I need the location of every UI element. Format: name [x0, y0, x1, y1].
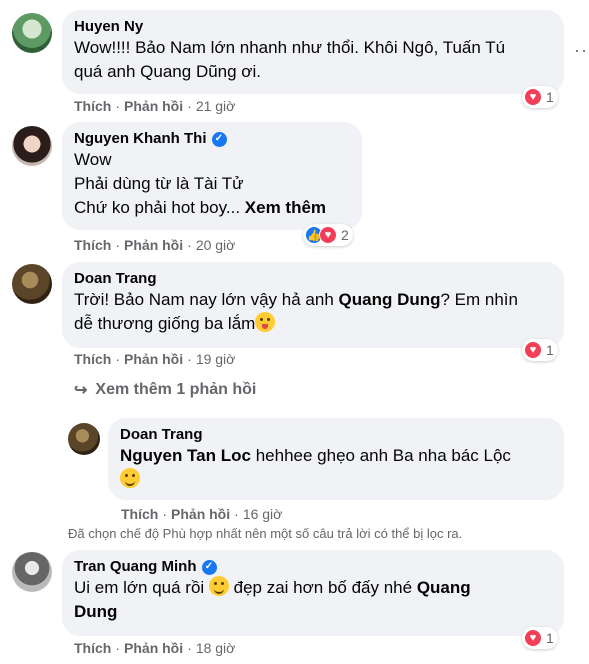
reply-bubble: Doan Trang Nguyen Tan Loc hehhee ghẹo an…: [108, 418, 564, 500]
smile-emoji-icon: [208, 576, 229, 596]
timestamp[interactable]: 19 giờ: [196, 351, 236, 367]
more-options-icon[interactable]: ···: [574, 40, 589, 61]
mention-link[interactable]: Quang Dung: [339, 290, 441, 309]
timestamp[interactable]: 16 giờ: [243, 506, 283, 522]
mention-link[interactable]: Dung: [74, 602, 117, 621]
comment-bubble: Doan Trang Trời! Bảo Nam nay lớn vậy hả …: [62, 262, 564, 348]
reply-button[interactable]: Phản hồi: [124, 351, 183, 367]
reaction-summary[interactable]: ♥ 1: [522, 339, 558, 361]
comment-text: Wow!!!! Bảo Nam lớn nhanh như thổi. Khôi…: [74, 38, 506, 81]
like-button[interactable]: Thích: [74, 98, 111, 114]
timestamp[interactable]: 20 giờ: [196, 237, 236, 253]
comment-author[interactable]: Tran Quang Minh ✓: [74, 558, 552, 576]
mention-link[interactable]: Nguyen Tan Loc: [120, 446, 251, 465]
verified-badge-icon: ✓: [211, 131, 227, 147]
reply-button[interactable]: Phản hồi: [124, 237, 183, 253]
reaction-summary[interactable]: ♥ 1: [522, 627, 558, 649]
reply-actions: Thích · Phản hồi · 16 giờ: [121, 506, 283, 522]
comment-text: Ui em lớn quá rồi đẹp zai hơn bố đấy nhé…: [74, 576, 471, 621]
reply-button[interactable]: Phản hồi: [124, 640, 183, 656]
avatar[interactable]: [68, 423, 100, 455]
filter-note: Đã chọn chế độ Phù hợp nhất nên một số c…: [68, 526, 463, 541]
comment-bubble: Huyen Ny Wow!!!! Bảo Nam lớn nhanh như t…: [62, 10, 564, 94]
avatar[interactable]: [12, 264, 52, 304]
reaction-summary[interactable]: 👍 ♥ 2: [303, 224, 353, 246]
see-more-link[interactable]: Xem thêm: [245, 198, 326, 217]
comment-text: Wow Phải dùng từ là Tài Tử Chứ ko phải h…: [74, 150, 327, 217]
timestamp[interactable]: 18 giờ: [196, 640, 236, 656]
verified-badge-icon: ✓: [201, 559, 217, 575]
comment-actions: Thích · Phản hồi · 19 giờ: [74, 351, 236, 367]
reply-button[interactable]: Phản hồi: [124, 98, 183, 114]
reaction-summary[interactable]: ♥ 1: [522, 86, 558, 108]
avatar[interactable]: [12, 13, 52, 53]
love-reaction-icon: ♥: [524, 341, 542, 359]
timestamp[interactable]: 21 giờ: [196, 98, 236, 114]
like-button[interactable]: Thích: [74, 640, 111, 656]
winking-tongue-emoji-icon: [255, 312, 276, 332]
comment-actions: Thích · Phản hồi · 20 giờ: [74, 237, 236, 253]
avatar[interactable]: [12, 126, 52, 166]
reply-button[interactable]: Phản hồi: [171, 506, 230, 522]
comment-text: Trời! Bảo Nam nay lớn vậy hả anh Quang D…: [74, 290, 518, 333]
comment-bubble: Tran Quang Minh ✓ Ui em lớn quá rồi đẹp z…: [62, 550, 564, 636]
like-button[interactable]: Thích: [121, 506, 158, 522]
comment-actions: Thích · Phản hồi · 21 giờ: [74, 98, 236, 114]
comment-author[interactable]: Nguyen Khanh Thi ✓: [74, 130, 350, 148]
reply-arrow-icon: ↪: [74, 382, 88, 399]
avatar[interactable]: [12, 552, 52, 592]
love-reaction-icon: ♥: [524, 629, 542, 647]
comment-actions: Thích · Phản hồi · 18 giờ: [74, 640, 236, 656]
reply-author[interactable]: Doan Trang: [120, 426, 552, 444]
comment-author[interactable]: Huyen Ny: [74, 18, 552, 36]
comment-author[interactable]: Doan Trang: [74, 270, 552, 288]
comment-bubble: Nguyen Khanh Thi ✓ Wow Phải dùng từ là Tà…: [62, 122, 362, 230]
like-button[interactable]: Thích: [74, 351, 111, 367]
love-reaction-icon: ♥: [319, 226, 337, 244]
like-button[interactable]: Thích: [74, 237, 111, 253]
view-more-replies-link[interactable]: ↪ Xem thêm 1 phản hồi: [74, 380, 256, 400]
mention-link[interactable]: Quang: [417, 578, 471, 597]
laughing-emoji-icon: [120, 468, 140, 488]
reply-text: Nguyen Tan Loc hehhee ghẹo anh Ba nha bá…: [120, 444, 552, 492]
love-reaction-icon: ♥: [524, 88, 542, 106]
